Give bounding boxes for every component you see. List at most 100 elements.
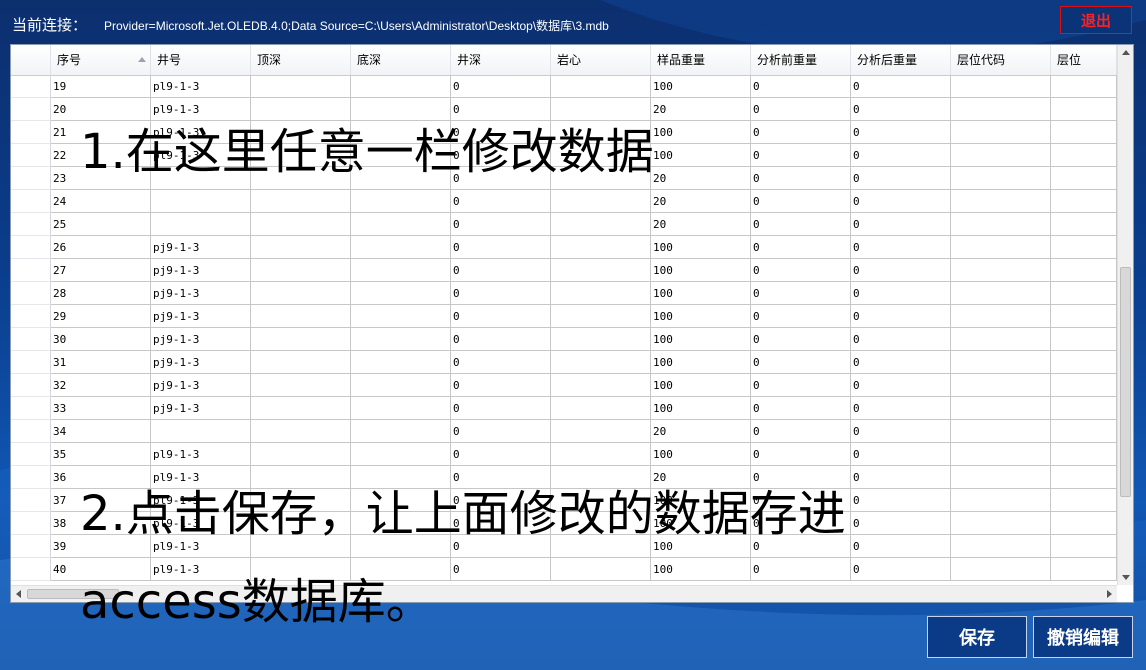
table-cell[interactable]: 0 — [851, 466, 951, 489]
column-header-layer-code[interactable]: 层位代码 — [951, 45, 1051, 75]
exit-button[interactable]: 退出 — [1060, 6, 1132, 34]
table-cell[interactable] — [251, 328, 351, 351]
table-row[interactable]: 31 pj9-1-3 0 100 0 0 — [11, 351, 1117, 374]
row-header[interactable] — [11, 466, 51, 489]
table-row[interactable]: 27 pj9-1-3 0 100 0 0 — [11, 259, 1117, 282]
table-cell[interactable] — [951, 98, 1051, 121]
table-cell[interactable]: 31 — [51, 351, 151, 374]
table-cell[interactable]: 0 — [751, 236, 851, 259]
table-cell[interactable]: pl9-1-3 — [151, 75, 251, 98]
table-cell[interactable]: 100 — [651, 443, 751, 466]
table-cell[interactable]: 24 — [51, 190, 151, 213]
table-cell[interactable] — [251, 282, 351, 305]
table-cell[interactable] — [351, 305, 451, 328]
table-cell[interactable]: 0 — [851, 282, 951, 305]
table-row[interactable]: 25 0 20 0 0 — [11, 213, 1117, 236]
table-cell[interactable]: pl9-1-3 — [151, 443, 251, 466]
table-cell[interactable] — [951, 144, 1051, 167]
table-cell[interactable] — [551, 305, 651, 328]
table-cell[interactable]: 0 — [451, 328, 551, 351]
table-cell[interactable] — [351, 259, 451, 282]
table-cell[interactable] — [551, 98, 651, 121]
table-cell[interactable]: 100 — [651, 282, 751, 305]
table-cell[interactable] — [351, 443, 451, 466]
table-cell[interactable] — [951, 190, 1051, 213]
table-cell[interactable]: 0 — [751, 282, 851, 305]
table-cell[interactable]: 0 — [751, 420, 851, 443]
table-cell[interactable]: 0 — [851, 236, 951, 259]
table-cell[interactable]: 0 — [751, 121, 851, 144]
column-header-yanxin[interactable]: 岩心 — [551, 45, 651, 75]
table-cell[interactable]: 20 — [51, 98, 151, 121]
table-cell[interactable] — [1051, 305, 1117, 328]
table-row[interactable]: 24 0 20 0 0 — [11, 190, 1117, 213]
table-cell[interactable]: 0 — [751, 98, 851, 121]
table-cell[interactable] — [551, 558, 651, 581]
table-cell[interactable]: 0 — [751, 259, 851, 282]
table-cell[interactable] — [1051, 558, 1117, 581]
table-cell[interactable] — [551, 213, 651, 236]
row-header[interactable] — [11, 236, 51, 259]
table-cell[interactable]: 0 — [851, 144, 951, 167]
table-cell[interactable] — [1051, 374, 1117, 397]
table-cell[interactable]: 0 — [851, 98, 951, 121]
table-cell[interactable] — [1051, 443, 1117, 466]
table-cell[interactable]: 0 — [751, 397, 851, 420]
table-cell[interactable]: 0 — [751, 167, 851, 190]
row-header[interactable] — [11, 420, 51, 443]
table-cell[interactable]: 0 — [451, 374, 551, 397]
table-cell[interactable]: 100 — [651, 144, 751, 167]
table-cell[interactable] — [251, 374, 351, 397]
table-cell[interactable] — [351, 236, 451, 259]
table-cell[interactable]: 0 — [451, 282, 551, 305]
table-cell[interactable] — [251, 443, 351, 466]
table-cell[interactable] — [351, 282, 451, 305]
table-cell[interactable]: 0 — [851, 328, 951, 351]
table-cell[interactable] — [251, 75, 351, 98]
table-cell[interactable]: pj9-1-3 — [151, 282, 251, 305]
row-header[interactable] — [11, 328, 51, 351]
table-cell[interactable] — [951, 328, 1051, 351]
table-cell[interactable] — [551, 259, 651, 282]
row-header[interactable] — [11, 305, 51, 328]
table-cell[interactable] — [1051, 75, 1117, 98]
table-cell[interactable]: 0 — [751, 144, 851, 167]
table-cell[interactable] — [251, 420, 351, 443]
table-cell[interactable]: 0 — [451, 558, 551, 581]
table-cell[interactable] — [1051, 98, 1117, 121]
table-cell[interactable] — [951, 305, 1051, 328]
table-cell[interactable]: 0 — [451, 75, 551, 98]
table-cell[interactable]: 0 — [751, 443, 851, 466]
table-cell[interactable]: 0 — [851, 259, 951, 282]
table-cell[interactable]: pj9-1-3 — [151, 328, 251, 351]
table-cell[interactable]: 0 — [451, 259, 551, 282]
vertical-scrollbar[interactable] — [1117, 45, 1134, 585]
table-cell[interactable] — [351, 213, 451, 236]
table-cell[interactable] — [151, 213, 251, 236]
table-cell[interactable]: 0 — [851, 558, 951, 581]
row-header[interactable] — [11, 98, 51, 121]
table-cell[interactable] — [251, 98, 351, 121]
scroll-right-arrow-icon[interactable] — [1101, 586, 1117, 602]
table-cell[interactable]: 0 — [851, 167, 951, 190]
table-row[interactable]: 20 pl9-1-3 0 20 0 0 — [11, 98, 1117, 121]
table-cell[interactable]: 0 — [451, 443, 551, 466]
table-cell[interactable]: 0 — [451, 236, 551, 259]
table-cell[interactable] — [951, 397, 1051, 420]
table-cell[interactable] — [351, 420, 451, 443]
column-header-xuhao[interactable]: 序号 — [51, 45, 151, 75]
row-header[interactable] — [11, 374, 51, 397]
table-cell[interactable]: 0 — [451, 305, 551, 328]
table-cell[interactable]: 19 — [51, 75, 151, 98]
table-row[interactable]: 34 0 20 0 0 — [11, 420, 1117, 443]
row-header[interactable] — [11, 282, 51, 305]
table-cell[interactable]: 0 — [851, 397, 951, 420]
table-cell[interactable]: 0 — [451, 397, 551, 420]
table-cell[interactable]: 100 — [651, 305, 751, 328]
table-cell[interactable] — [551, 374, 651, 397]
row-header[interactable] — [11, 351, 51, 374]
table-cell[interactable]: pj9-1-3 — [151, 236, 251, 259]
scroll-up-arrow-icon[interactable] — [1118, 45, 1134, 61]
table-cell[interactable] — [951, 535, 1051, 558]
table-cell[interactable] — [951, 213, 1051, 236]
